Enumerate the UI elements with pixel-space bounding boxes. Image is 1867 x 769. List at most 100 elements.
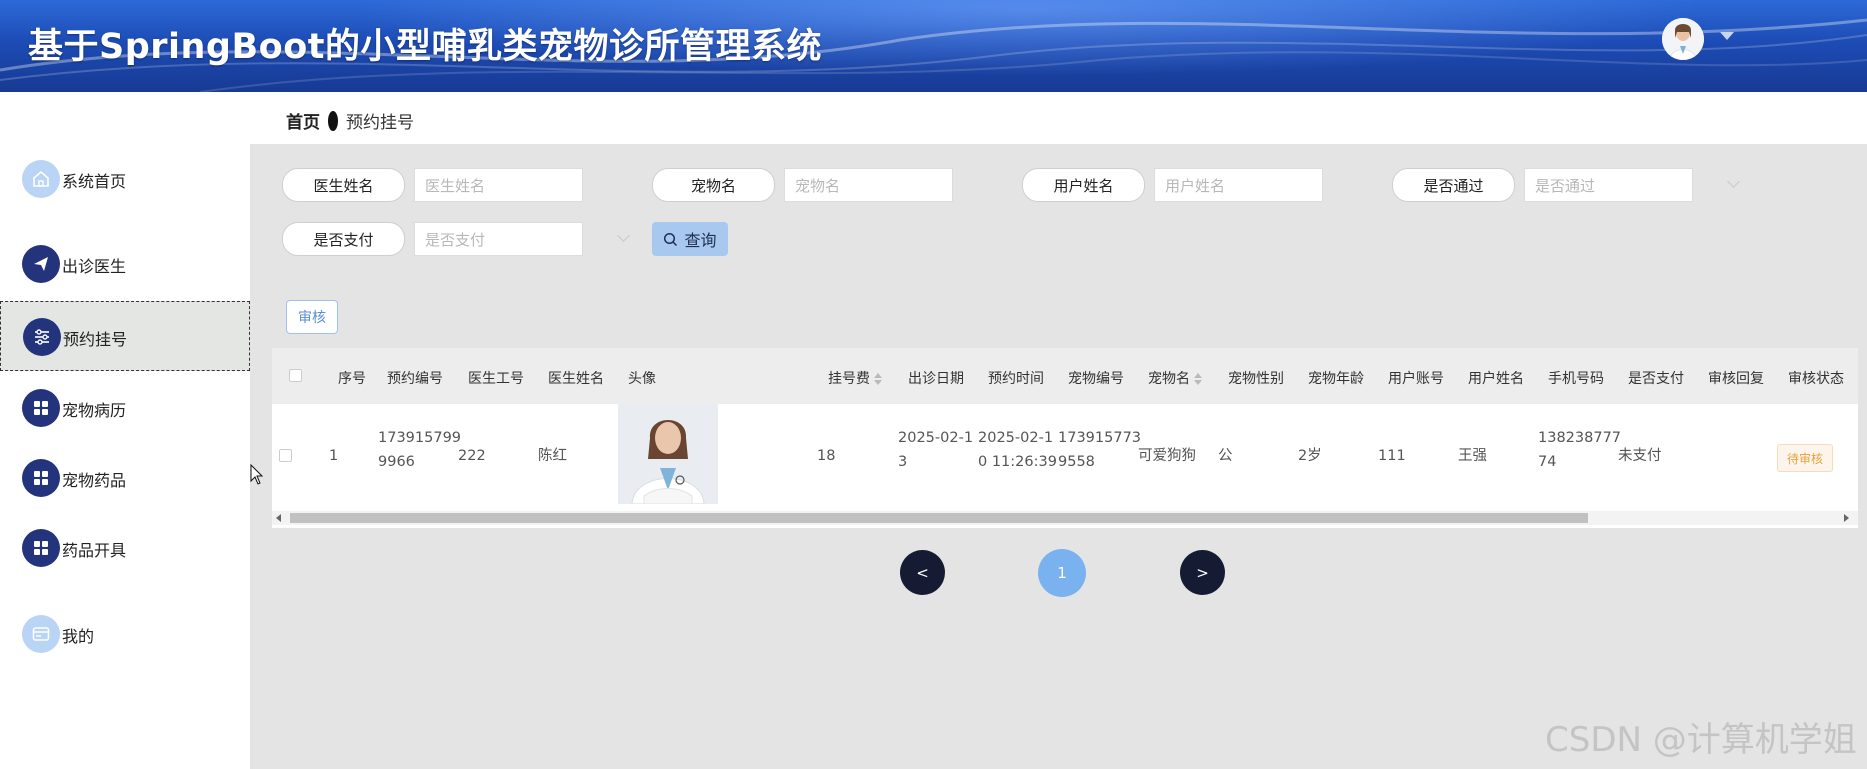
- page-1-button[interactable]: 1: [1038, 549, 1086, 597]
- column-header: 医生工号: [468, 371, 524, 387]
- next-page-button[interactable]: >: [1180, 550, 1225, 595]
- sort-icon[interactable]: [1194, 373, 1202, 385]
- scroll-left-icon[interactable]: [276, 514, 281, 522]
- user-avatar[interactable]: [1662, 18, 1704, 60]
- cell-fee: 18: [817, 448, 836, 464]
- column-header-label: 挂号费: [828, 371, 870, 387]
- doctor-avatar-image: [618, 404, 718, 504]
- sidebar-item-profile[interactable]: 我的: [0, 599, 250, 669]
- cell-line: 3: [898, 454, 908, 470]
- grid-icon: [22, 459, 60, 497]
- column-header: 序号: [338, 371, 366, 387]
- user-menu-chevron-down-icon[interactable]: [1720, 32, 1734, 40]
- approved-label: 是否通过: [1392, 168, 1515, 202]
- sidebar-item-label: 出诊医生: [62, 257, 127, 276]
- scrollbar-thumb[interactable]: [290, 513, 1588, 523]
- sidebar: 系统首页 出诊医生 预约挂号 宠物病历 宠物药品 药品开具 我的: [0, 144, 250, 769]
- paid-select[interactable]: 是否支付: [414, 222, 583, 256]
- column-header: 头像: [628, 371, 656, 387]
- table-header: 序号 预约编号 医生工号 医生姓名 头像 挂号费 出诊日期 预约时间 宠物编号 …: [272, 348, 1858, 404]
- breadcrumb-home[interactable]: 首页: [286, 113, 320, 133]
- column-header: 审核状态: [1788, 371, 1844, 387]
- column-header: 预约编号: [387, 371, 443, 387]
- column-header: 宠物性别: [1228, 371, 1284, 387]
- app-title: 基于SpringBoot的小型哺乳类宠物诊所管理系统: [28, 27, 822, 67]
- cell-booking-no: 173915799 9966: [378, 426, 461, 474]
- user-name-input[interactable]: 用户姓名: [1154, 168, 1323, 202]
- approved-select[interactable]: 是否通过: [1524, 168, 1693, 202]
- cell-line: 9966: [378, 454, 415, 470]
- sidebar-item-label: 系统首页: [62, 172, 127, 191]
- sidebar-item-home[interactable]: 系统首页: [0, 144, 250, 214]
- column-header: 用户姓名: [1468, 371, 1524, 387]
- column-header: 是否支付: [1628, 371, 1684, 387]
- cell-line: 173915773: [1058, 430, 1142, 446]
- cell-line: 74: [1538, 454, 1557, 470]
- chevron-down-icon[interactable]: [617, 229, 630, 242]
- horizontal-scrollbar[interactable]: [272, 511, 1858, 525]
- home-icon: [22, 160, 60, 198]
- cell-line: 2025-02-1: [978, 430, 1054, 446]
- sidebar-item-prescriptions[interactable]: 药品开具: [0, 513, 250, 583]
- cell-doctor-name: 陈红: [538, 448, 567, 464]
- sidebar-item-records[interactable]: 宠物病历: [0, 373, 250, 443]
- sort-icon[interactable]: [874, 373, 882, 385]
- cell-paid: 未支付: [1618, 448, 1662, 464]
- breadcrumb: 首页 预约挂号: [286, 108, 414, 133]
- cell-line: 2025-02-1: [898, 430, 974, 446]
- column-header: 出诊日期: [908, 371, 964, 387]
- sidebar-item-label: 我的: [62, 627, 95, 646]
- cell-booking-time: 2025-02-1 0 11:26:39: [978, 426, 1057, 474]
- doctor-name-label: 医生姓名: [282, 168, 405, 202]
- grid-icon: [22, 389, 60, 427]
- query-button[interactable]: 查询: [652, 222, 728, 256]
- chevron-down-icon[interactable]: [1727, 175, 1740, 188]
- cell-line: 173915799: [378, 430, 462, 446]
- column-header: 医生姓名: [548, 371, 604, 387]
- review-button[interactable]: 审核: [286, 300, 338, 334]
- column-header: 手机号码: [1548, 371, 1604, 387]
- cell-pet-no: 173915773 9558: [1058, 426, 1141, 474]
- column-header-sortable[interactable]: 宠物名: [1148, 368, 1202, 388]
- cell-visit-date: 2025-02-1 3: [898, 426, 973, 474]
- breadcrumb-current: 预约挂号: [346, 113, 414, 133]
- scroll-right-icon[interactable]: [1844, 514, 1849, 522]
- mouse-cursor-icon: [250, 464, 264, 485]
- status-badge: 待审核: [1777, 444, 1833, 472]
- cell-pet-gender: 公: [1218, 448, 1233, 464]
- cell-line: 9558: [1058, 454, 1095, 470]
- sidebar-item-label: 宠物药品: [62, 471, 127, 490]
- cell-line: 138238777: [1538, 430, 1622, 446]
- sidebar-item-appointments[interactable]: 预约挂号: [0, 301, 250, 371]
- cell-phone: 138238777 74: [1538, 426, 1621, 474]
- sidebar-item-label: 药品开具: [62, 541, 127, 560]
- select-all-checkbox[interactable]: [289, 369, 302, 382]
- pet-name-label: 宠物名: [652, 168, 775, 202]
- row-checkbox[interactable]: [279, 449, 292, 462]
- sidebar-item-medicines[interactable]: 宠物药品: [0, 443, 250, 513]
- column-header-sortable[interactable]: 挂号费: [828, 368, 882, 388]
- user-name-label: 用户姓名: [1022, 168, 1145, 202]
- prev-page-button[interactable]: <: [900, 550, 945, 595]
- cell-index: 1: [329, 448, 339, 464]
- column-header: 宠物编号: [1068, 371, 1124, 387]
- breadcrumb-separator-icon: [328, 111, 338, 131]
- cell-pet-age: 2岁: [1298, 448, 1322, 464]
- search-icon: [664, 232, 678, 246]
- cell-user-account: 111: [1378, 448, 1406, 464]
- cell-doctor-id: 222: [458, 448, 486, 464]
- send-icon: [22, 245, 60, 283]
- cell-pet-name: 可爱狗狗: [1138, 448, 1196, 464]
- query-button-label: 查询: [684, 231, 717, 250]
- cell-line: 0 11:26:39: [978, 454, 1057, 470]
- sidebar-item-label: 宠物病历: [62, 401, 127, 420]
- grid-icon: [22, 529, 60, 567]
- sidebar-item-label: 预约挂号: [63, 330, 128, 349]
- watermark: CSDN @计算机学姐: [1545, 720, 1857, 760]
- pet-name-input[interactable]: 宠物名: [784, 168, 953, 202]
- doctor-name-input[interactable]: 医生姓名: [414, 168, 583, 202]
- breadcrumb-bar: 首页 预约挂号: [0, 92, 1867, 144]
- table-row[interactable]: 1 173915799 9966 222 陈红 18 2025-02-1 3 2…: [272, 404, 1858, 508]
- sidebar-item-doctors[interactable]: 出诊医生: [0, 229, 250, 299]
- sliders-icon: [23, 318, 61, 356]
